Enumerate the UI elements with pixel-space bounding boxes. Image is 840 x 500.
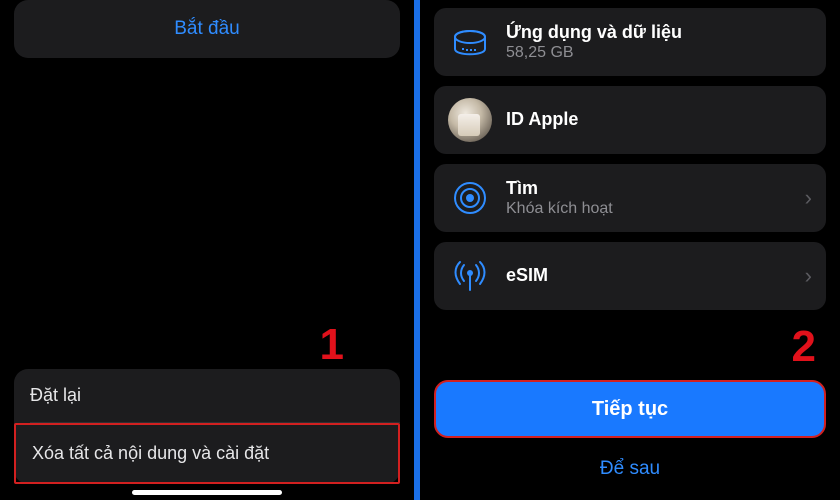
start-button[interactable]: Bắt đầu: [14, 0, 400, 58]
item-text: Tìm Khóa kích hoạt: [506, 178, 799, 219]
cellular-icon: [448, 254, 492, 298]
item-title: Tìm: [506, 178, 799, 200]
item-text: eSIM: [506, 265, 799, 287]
start-label: Bắt đầu: [174, 18, 240, 40]
continue-button[interactable]: Tiếp tục: [434, 380, 826, 438]
avatar-icon: [448, 98, 492, 142]
item-title: eSIM: [506, 265, 799, 287]
list-item-find[interactable]: Tìm Khóa kích hoạt ›: [434, 164, 826, 232]
later-label: Để sau: [600, 458, 660, 479]
findmy-icon: [448, 176, 492, 220]
screen-2: Ứng dụng và dữ liệu 58,25 GB ID Apple: [420, 0, 840, 500]
item-subtitle: Khóa kích hoạt: [506, 200, 799, 218]
home-indicator[interactable]: [132, 490, 282, 495]
screen-1: Bắt đầu 1 Đặt lại Xóa tất cả nội dung và…: [0, 0, 414, 500]
chevron-right-icon: ›: [805, 185, 812, 211]
item-subtitle: 58,25 GB: [506, 44, 812, 62]
summary-list: Ứng dụng và dữ liệu 58,25 GB ID Apple: [420, 0, 840, 310]
continue-label: Tiếp tục: [592, 398, 668, 421]
erase-all-option[interactable]: Xóa tất cả nội dung và cài đặt: [14, 423, 400, 484]
list-item-apple-id[interactable]: ID Apple: [434, 86, 826, 154]
later-link[interactable]: Để sau: [420, 458, 840, 480]
chevron-right-icon: ›: [805, 263, 812, 289]
erase-label: Xóa tất cả nội dung và cài đặt: [32, 443, 269, 463]
list-item-esim[interactable]: eSIM ›: [434, 242, 826, 310]
list-item-apps-data[interactable]: Ứng dụng và dữ liệu 58,25 GB: [434, 8, 826, 76]
annotation-2: 2: [792, 322, 816, 372]
reset-option[interactable]: Đặt lại: [14, 369, 400, 422]
continue-wrap: Tiếp tục: [434, 380, 826, 438]
item-text: Ứng dụng và dữ liệu 58,25 GB: [506, 22, 812, 63]
storage-icon: [448, 20, 492, 64]
item-text: ID Apple: [506, 109, 812, 131]
item-title: ID Apple: [506, 109, 812, 131]
reset-label: Đặt lại: [30, 385, 81, 405]
item-title: Ứng dụng và dữ liệu: [506, 22, 812, 44]
annotation-1: 1: [320, 320, 344, 370]
reset-card: Đặt lại Xóa tất cả nội dung và cài đặt: [14, 369, 400, 484]
